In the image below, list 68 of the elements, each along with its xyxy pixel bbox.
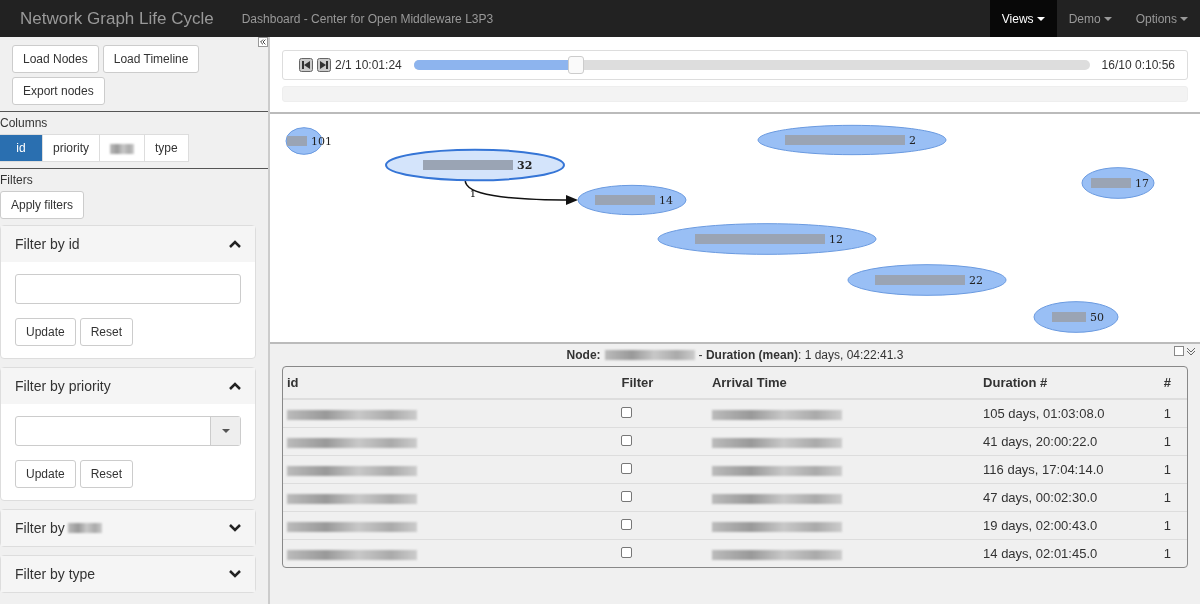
chevron-up-icon[interactable] bbox=[229, 240, 241, 248]
graph-node[interactable]: 14 bbox=[577, 184, 687, 216]
graph-node[interactable]: 17 bbox=[1081, 167, 1155, 199]
column-toggle[interactable]: type bbox=[144, 134, 189, 162]
table-cell: 47 days, 00:02:30.0 bbox=[979, 483, 1160, 511]
section-label: Columns bbox=[0, 116, 49, 130]
panel-title[interactable]: Filter by id bbox=[15, 236, 80, 252]
start-time: 2/1 10:01:24 bbox=[335, 58, 402, 72]
skip-forward-icon[interactable] bbox=[317, 58, 331, 72]
expand-icon[interactable] bbox=[1174, 346, 1196, 356]
graph-node[interactable]: 12 bbox=[657, 223, 877, 255]
chevron-down-icon[interactable] bbox=[229, 570, 241, 578]
end-time: 16/10 0:10:56 bbox=[1101, 58, 1175, 72]
graph-node[interactable]: 50 bbox=[1033, 301, 1119, 333]
filter-input[interactable] bbox=[15, 274, 241, 304]
filter-checkbox[interactable] bbox=[621, 463, 633, 474]
sidebar-button[interactable]: Export nodes bbox=[12, 77, 105, 105]
table-cell: 41 days, 20:00:22.0 bbox=[979, 427, 1160, 455]
table-cell: 105 days, 01:03:08.0 bbox=[979, 399, 1160, 427]
filter-checkbox[interactable] bbox=[621, 407, 633, 418]
slider-handle[interactable] bbox=[567, 56, 584, 74]
nav-menu[interactable]: Demo bbox=[1056, 0, 1124, 37]
table-cell: 116 days, 17:04:14.0 bbox=[979, 455, 1160, 483]
table-cell: 1 bbox=[1159, 539, 1187, 567]
column-header: Duration # bbox=[979, 367, 1160, 399]
column-header: id bbox=[283, 367, 618, 399]
column-toggle[interactable]: id bbox=[0, 134, 43, 162]
table-cell: 1 bbox=[1159, 511, 1187, 539]
table-cell: 14 days, 02:01:45.0 bbox=[979, 539, 1160, 567]
graph-node[interactable]: 2 bbox=[757, 124, 947, 156]
nav-menu[interactable]: Options bbox=[1123, 0, 1200, 37]
nav-menu[interactable]: Views bbox=[989, 0, 1057, 37]
panel-title[interactable]: Filter by priority bbox=[15, 378, 111, 394]
page-subtitle: Dashboard - Center for Open Middleware L3P3 bbox=[241, 11, 495, 26]
table-cell: 1 bbox=[1159, 483, 1187, 511]
sidebar-button[interactable]: Load Nodes bbox=[12, 45, 99, 73]
filter-button[interactable]: Reset bbox=[79, 460, 134, 488]
chevron-down-icon[interactable] bbox=[229, 524, 241, 532]
graph-node[interactable]: 32 bbox=[385, 148, 565, 182]
panel-title[interactable]: Filter by type bbox=[15, 566, 96, 582]
edge-label: 1 bbox=[469, 188, 477, 199]
filter-checkbox[interactable] bbox=[621, 519, 633, 530]
graph-node[interactable]: 22 bbox=[847, 264, 1007, 296]
sidebar-button[interactable]: Load Timeline bbox=[102, 45, 200, 73]
node-label: Node: bbox=[566, 348, 601, 362]
filter-checkbox[interactable] bbox=[621, 547, 633, 558]
collapse-icon[interactable] bbox=[258, 37, 268, 47]
filter-checkbox[interactable] bbox=[621, 491, 633, 502]
filter-checkbox[interactable] bbox=[621, 435, 633, 446]
filter-button[interactable]: Update bbox=[15, 460, 76, 488]
column-toggle[interactable]: priority bbox=[42, 134, 100, 162]
table-cell: 19 days, 02:00:43.0 bbox=[979, 511, 1160, 539]
skip-back-icon[interactable] bbox=[299, 58, 313, 72]
panel-title[interactable]: Filter by bbox=[15, 520, 65, 536]
column-header: Arrival Time bbox=[707, 367, 980, 399]
filter-button[interactable]: Update bbox=[15, 318, 76, 346]
apply-filters-button[interactable]: Apply filters bbox=[0, 191, 85, 219]
duration-summary: - Duration (mean): 1 days, 04:22:41.3 bbox=[698, 348, 904, 362]
column-header: Filter bbox=[617, 367, 708, 399]
column-header: # bbox=[1159, 367, 1187, 399]
table-cell: 1 bbox=[1159, 455, 1187, 483]
chevron-up-icon[interactable] bbox=[229, 382, 241, 390]
section-label: Filters bbox=[0, 173, 34, 187]
column-toggle[interactable] bbox=[99, 134, 145, 162]
filter-button[interactable]: Reset bbox=[79, 318, 134, 346]
table-cell: 1 bbox=[1159, 399, 1187, 427]
app-title: Network Graph Life Cycle bbox=[20, 8, 214, 29]
table-cell: 1 bbox=[1159, 427, 1187, 455]
